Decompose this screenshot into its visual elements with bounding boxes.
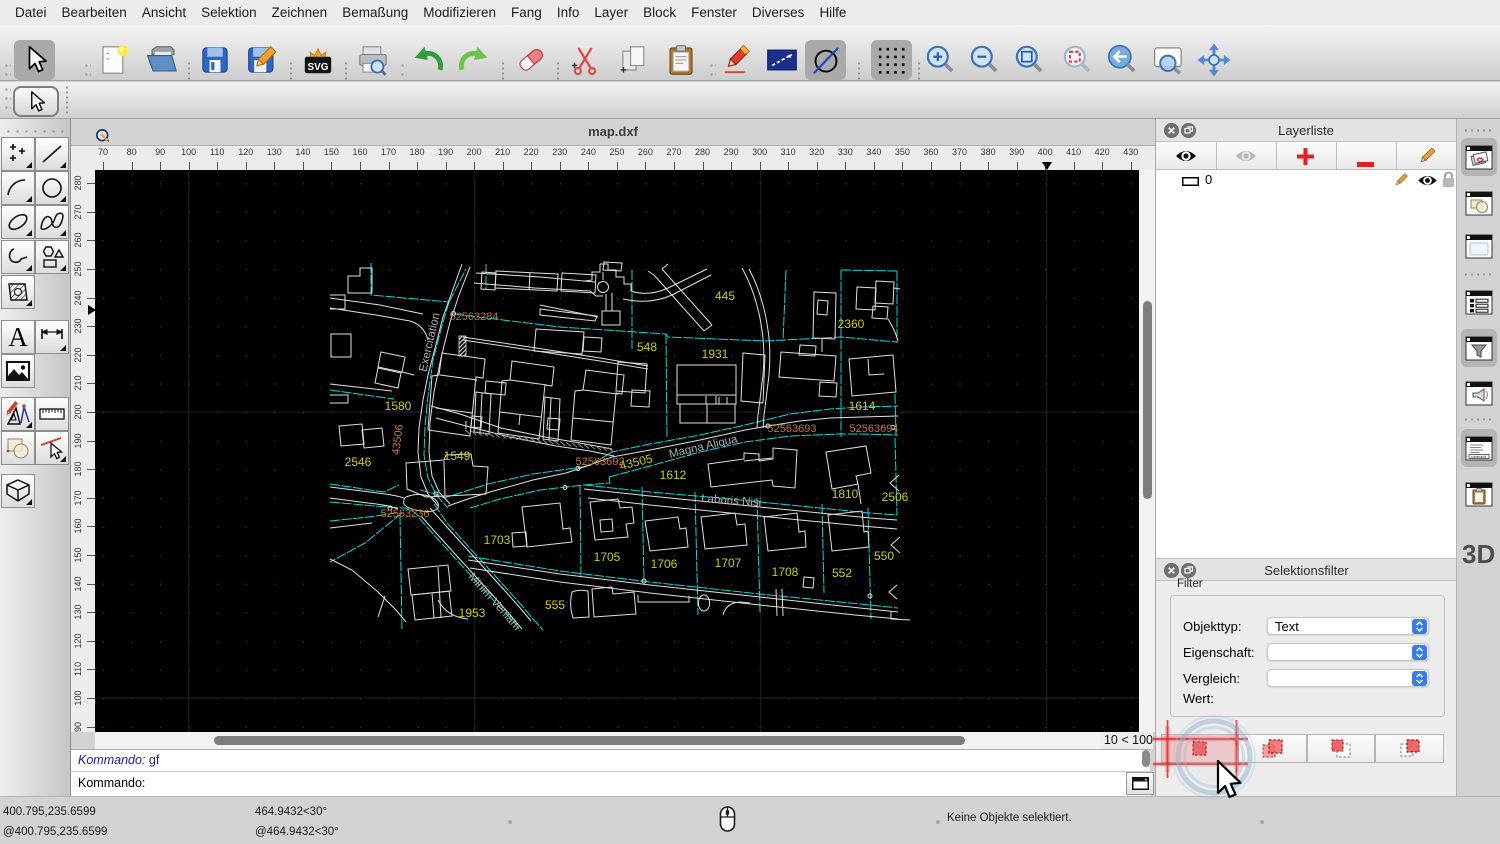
svg-text:52563236: 52563236 [381, 508, 430, 520]
svg-text:SVG: SVG [308, 62, 329, 73]
svg-text:552: 552 [832, 566, 852, 580]
svg-text:555: 555 [545, 598, 565, 612]
svg-text:1931: 1931 [702, 347, 729, 361]
svg-text:1703: 1703 [484, 533, 511, 547]
svg-text:548: 548 [637, 340, 657, 354]
svg-text:1614: 1614 [849, 399, 876, 413]
svg-text:1580: 1580 [385, 399, 412, 413]
svg-text:1810: 1810 [832, 487, 859, 501]
svg-text:1706: 1706 [651, 557, 678, 571]
svg-text:1707: 1707 [715, 556, 742, 570]
svg-text:2360: 2360 [838, 317, 865, 331]
svg-text:1953: 1953 [459, 606, 486, 620]
svg-text:2546: 2546 [345, 455, 372, 469]
svg-text:command: command [1471, 454, 1486, 458]
svg-text:1708: 1708 [772, 565, 799, 579]
svg-text:1612: 1612 [660, 468, 687, 482]
svg-text:52563694: 52563694 [850, 423, 899, 435]
svg-text:550: 550 [874, 549, 894, 563]
svg-text:1705: 1705 [594, 550, 621, 564]
svg-text:2506: 2506 [882, 490, 909, 504]
svg-text:52563693: 52563693 [768, 423, 817, 435]
svg-text:52563284: 52563284 [450, 311, 499, 323]
svg-text:52563692: 52563692 [576, 456, 625, 468]
svg-text:445: 445 [715, 289, 735, 303]
svg-text:1549: 1549 [444, 449, 471, 463]
